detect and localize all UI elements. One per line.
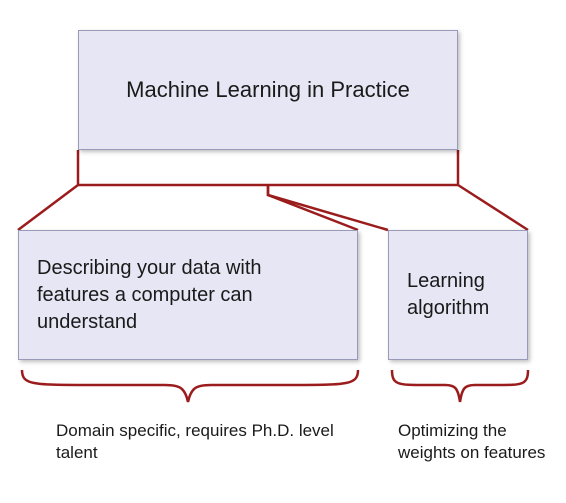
right-box-text: Learning algorithm: [407, 268, 509, 322]
left-box-text: Describing your data with features a com…: [37, 255, 339, 336]
caption-left-text: Domain specific, requires Ph.D. level ta…: [56, 421, 334, 462]
feature-engineering-box: Describing your data with features a com…: [18, 230, 358, 360]
learning-algorithm-box: Learning algorithm: [388, 230, 528, 360]
title-text: Machine Learning in Practice: [126, 77, 410, 103]
caption-right-text: Optimizing the weights on features: [398, 421, 545, 462]
caption-right: Optimizing the weights on features: [398, 420, 548, 464]
title-box: Machine Learning in Practice: [78, 30, 458, 150]
caption-left: Domain specific, requires Ph.D. level ta…: [56, 420, 336, 464]
